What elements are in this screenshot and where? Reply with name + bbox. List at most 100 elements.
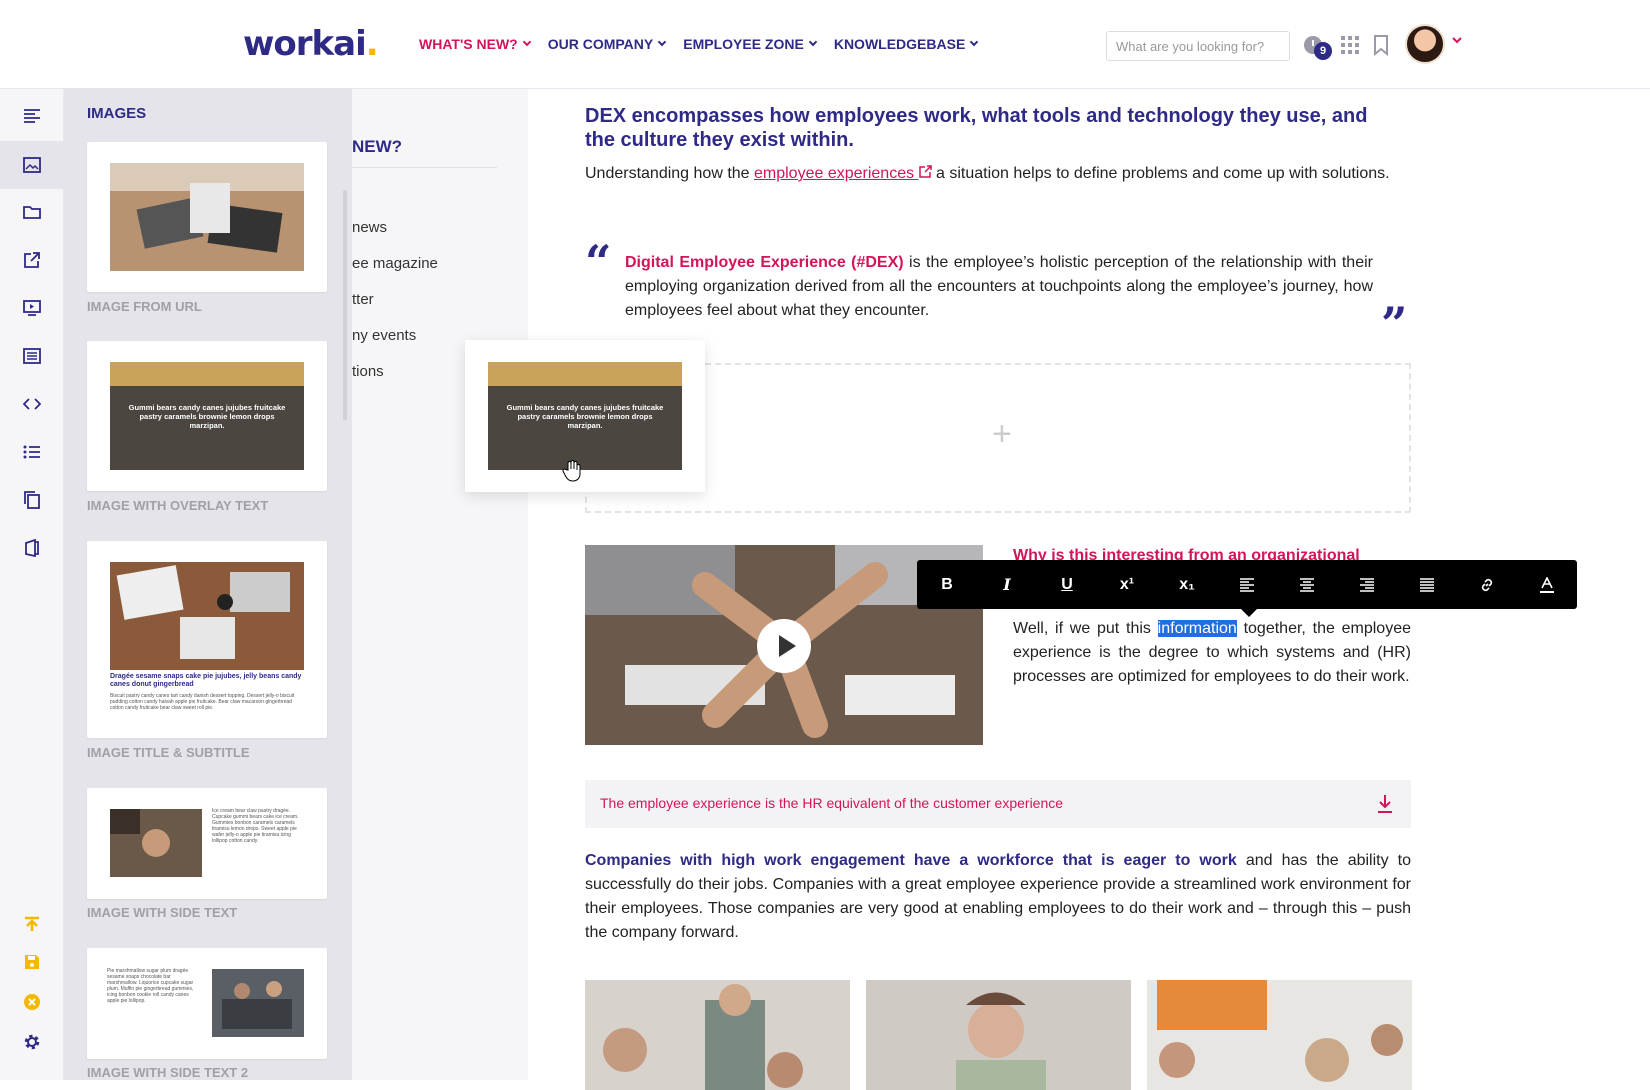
side-text: Well, if we put this [1013, 620, 1158, 637]
align-justify-button[interactable] [1397, 560, 1457, 609]
main-nav: WHAT'S NEW? OUR COMPANY EMPLOYEE ZONE KN… [419, 36, 979, 52]
link-button[interactable] [1457, 560, 1517, 609]
menu-item[interactable]: ny events [352, 327, 416, 344]
cancel-icon[interactable] [21, 991, 43, 1013]
overlay-text: Gummi bears candy canes jujubes fruitcak… [506, 403, 664, 431]
chevron-down-icon [970, 37, 979, 47]
nav-knowledgebase[interactable]: KNOWLEDGEBASE [834, 36, 979, 52]
engagement-paragraph: Companies with high work engagement have… [585, 849, 1411, 945]
image-icon[interactable] [0, 141, 64, 189]
panel-title: IMAGES [87, 105, 147, 122]
editor-tool-rail [0, 89, 64, 1080]
align-center-button[interactable] [1277, 560, 1337, 609]
external-link-icon[interactable] [21, 249, 43, 271]
overlay-thumbnail: Gummi bears candy canes jujubes fruitcak… [110, 362, 304, 470]
link-text[interactable]: employee experiences [754, 165, 914, 182]
image-with-side-text-card[interactable]: Ice cream bear claw pastry dragée. Cupca… [87, 788, 327, 899]
align-justify-icon [1420, 577, 1434, 592]
image-with-overlay-text-label: IMAGE WITH OVERLAY TEXT [87, 498, 269, 513]
menu-heading: NEW? [352, 137, 403, 156]
open-quote-icon: “ [585, 235, 612, 289]
download-icon[interactable] [1375, 792, 1395, 816]
image-with-side-text-2-label: IMAGE WITH SIDE TEXT 2 [87, 1065, 249, 1080]
section-menu: NEW? news ee magazine tter ny events tio… [352, 89, 528, 1080]
text-color-icon [1540, 576, 1554, 593]
intro-text: Understanding how the [585, 165, 754, 182]
overlay-thumbnail: Gummi bears candy canes jujubes fruitcak… [488, 362, 682, 470]
dragged-image-card[interactable]: Gummi bears candy canes jujubes fruitcak… [465, 340, 705, 492]
menu-item[interactable]: ee magazine [352, 255, 438, 272]
text-align-icon[interactable] [21, 105, 43, 127]
image-from-url-label: IMAGE FROM URL [87, 299, 202, 314]
align-center-icon [1300, 577, 1314, 592]
grab-cursor-icon [562, 460, 581, 482]
nav-our-company[interactable]: OUR COMPANY [548, 36, 667, 52]
chevron-down-icon [808, 37, 818, 47]
gallery-image-3[interactable] [1147, 980, 1412, 1090]
quote-term: Digital Employee Experience (#DEX) [625, 254, 904, 271]
align-left-icon [1240, 577, 1254, 592]
subscript-button[interactable]: x₁ [1157, 560, 1217, 609]
workai-logo[interactable]: workai. [243, 24, 379, 64]
align-left-button[interactable] [1217, 560, 1277, 609]
underline-button[interactable]: U [1037, 560, 1097, 609]
code-icon[interactable] [21, 393, 43, 415]
card-subtitle-text: Biscuit pastry candy canes tart candy da… [110, 693, 295, 711]
gallery-image-1[interactable] [585, 980, 850, 1090]
menu-item[interactable]: tter [352, 291, 374, 308]
folder-icon[interactable] [21, 201, 43, 223]
form-icon[interactable] [21, 345, 43, 367]
image-title-subtitle-card[interactable]: Dragée sesame snaps cake pie jujubes, je… [87, 541, 327, 738]
chevron-down-icon[interactable] [1451, 36, 1463, 46]
employee-experiences-link[interactable]: employee experiences [754, 165, 932, 182]
image-with-overlay-text-card[interactable]: Gummi bears candy canes jujubes fruitcak… [87, 341, 327, 491]
download-block[interactable]: The employee experience is the HR equiva… [585, 780, 1411, 828]
bold-button[interactable]: B [917, 560, 977, 609]
superscript-button[interactable]: x¹ [1097, 560, 1157, 609]
italic-button[interactable]: I [977, 560, 1037, 609]
play-button[interactable] [757, 619, 811, 673]
text-format-toolbar: B I U x¹ x₁ [917, 560, 1577, 617]
external-link-icon [918, 165, 932, 178]
image-with-side-text-label: IMAGE WITH SIDE TEXT [87, 905, 238, 920]
menu-item[interactable]: news [352, 219, 387, 236]
chevron-down-icon [658, 37, 667, 47]
intro-text: a situation helps to define problems and… [931, 165, 1390, 182]
card-title-text: Dragée sesame snaps cake pie jujubes, je… [110, 673, 302, 688]
selected-text[interactable]: information [1157, 620, 1237, 637]
panel-scrollbar[interactable] [343, 190, 347, 420]
side-text-2: Pie marshmallow sugar plum dragée sesame… [107, 968, 194, 1004]
align-right-button[interactable] [1337, 560, 1397, 609]
align-right-icon [1360, 577, 1374, 592]
notification-badge: 9 [1314, 42, 1332, 60]
menu-divider [352, 167, 497, 168]
gallery-image-2[interactable] [866, 980, 1131, 1090]
side-text: Ice cream bear claw pastry dragée. Cupca… [212, 808, 299, 844]
publish-icon[interactable] [21, 913, 43, 935]
list-icon[interactable] [21, 441, 43, 463]
text-color-button[interactable] [1517, 560, 1577, 609]
nav-employee-zone[interactable]: EMPLOYEE ZONE [683, 36, 818, 52]
video-icon[interactable] [21, 297, 43, 319]
search-input[interactable] [1106, 31, 1290, 61]
settings-icon[interactable] [21, 1031, 43, 1053]
copy-icon[interactable] [21, 489, 43, 511]
download-text: The employee experience is the HR equiva… [600, 795, 1064, 811]
quote-paragraph: Digital Employee Experience (#DEX) is th… [625, 251, 1373, 323]
menu-item[interactable]: tions [352, 363, 384, 380]
block-dropzone[interactable]: + [585, 363, 1411, 513]
save-icon[interactable] [21, 951, 43, 973]
office-icon[interactable] [21, 537, 43, 559]
add-block-icon[interactable]: + [992, 415, 1012, 454]
desk-thumbnail [110, 562, 304, 670]
bookmark-icon[interactable] [1370, 34, 1392, 56]
overlay-text: Gummi bears candy canes jujubes fruitcak… [128, 403, 286, 431]
link-icon [1481, 578, 1493, 591]
nav-whats-new[interactable]: WHAT'S NEW? [419, 36, 531, 52]
close-quote-icon: ” [1381, 297, 1408, 351]
user-avatar[interactable] [1405, 24, 1445, 64]
apps-grid-icon[interactable] [1339, 34, 1361, 56]
image-from-url-card[interactable] [87, 142, 327, 292]
image-with-side-text-2-card[interactable]: Pie marshmallow sugar plum dragée sesame… [87, 948, 327, 1059]
image-title-subtitle-label: IMAGE TITLE & SUBTITLE [87, 745, 250, 760]
